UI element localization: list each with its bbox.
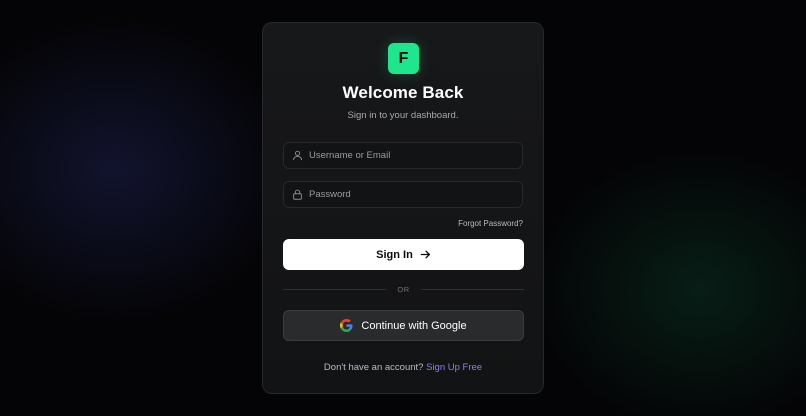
google-signin-button[interactable]: Continue with Google [283,310,524,341]
sign-in-button[interactable]: Sign In [283,239,524,270]
forgot-password-link[interactable]: Forgot Password? [458,219,523,228]
signup-prompt-text: Don't have an account? [323,362,424,373]
login-card: F Welcome Back Sign in to your dashboard… [262,22,544,394]
lock-icon [291,189,303,201]
sign-in-label: Sign In [376,248,413,261]
password-field[interactable] [283,181,523,208]
username-input[interactable] [309,150,522,161]
user-icon [291,150,303,162]
or-divider: OR [283,284,524,294]
divider-label: OR [397,284,410,294]
google-signin-label: Continue with Google [361,319,467,332]
divider-line-right [420,288,524,290]
signup-prompt: Don't have an account? Sign Up Free [263,362,543,373]
google-icon [340,319,353,332]
brand-logo-letter: F [398,49,409,67]
brand-logo: F [388,43,419,74]
divider-line-left [283,288,387,290]
password-input[interactable] [309,189,522,200]
arrow-right-icon [420,249,431,260]
sign-up-link[interactable]: Sign Up Free [426,362,482,373]
username-field[interactable] [283,142,523,169]
page-title: Welcome Back [342,83,464,102]
page-subtitle: Sign in to your dashboard. [347,110,459,121]
